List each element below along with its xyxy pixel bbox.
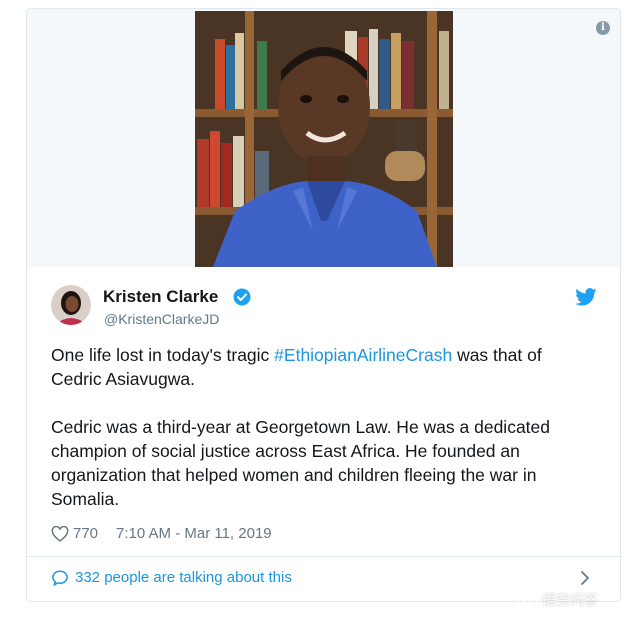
verified-badge-icon (233, 288, 251, 306)
tweet-paragraph-2: Cedric was a third-year at Georgetown La… (51, 417, 551, 509)
tweet-paragraph-1: One life lost in today's tragic #Ethiopi… (51, 343, 596, 391)
heart-icon[interactable] (51, 525, 69, 542)
tweet-media[interactable]: i (27, 9, 620, 267)
info-icon[interactable]: i (596, 21, 610, 35)
talking-count-text[interactable]: 332 people are talking about this (75, 569, 292, 586)
author-handle[interactable]: @KristenClarkeJD (104, 311, 219, 327)
watermark-text: 悟空问答 (542, 592, 598, 608)
twitter-bird-icon[interactable] (575, 288, 597, 306)
tweet-header: Kristen Clarke @KristenClarkeJD (27, 271, 620, 341)
timestamp-link[interactable]: 7:10 AM - Mar 11, 2019 (116, 525, 272, 542)
tweet-photo[interactable] (195, 11, 453, 267)
tweet-text: One life lost in today's tragic #Ethiopi… (51, 343, 596, 511)
like-count[interactable]: 770 (73, 525, 98, 542)
author-name[interactable]: Kristen Clarke (103, 287, 218, 307)
embedded-tweet-card: i Kristen Clarke @KristenClarkeJD One li… (26, 8, 621, 602)
hashtag-link[interactable]: #EthiopianAirlineCrash (274, 345, 452, 365)
comment-bubble-icon (51, 569, 69, 587)
tweet-text-before-hashtag: One life lost in today's tragic (51, 345, 275, 365)
watermark-logo: 悟空问答 (514, 588, 626, 610)
chevron-right-icon[interactable] (579, 570, 591, 586)
avatar[interactable] (51, 285, 91, 325)
